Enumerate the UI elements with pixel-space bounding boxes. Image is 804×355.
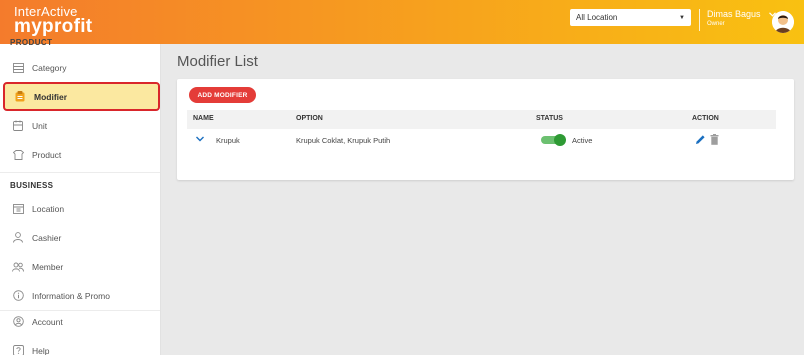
column-header-name: NAME <box>193 115 214 122</box>
location-select[interactable]: All Location ▼ <box>570 9 691 26</box>
sidebar-item-member[interactable]: Member <box>0 252 160 281</box>
cashier-icon <box>12 232 24 244</box>
sidebar-item-location[interactable]: Location <box>0 194 160 223</box>
member-icon <box>12 261 24 273</box>
page-title: Modifier List <box>177 53 258 70</box>
sidebar-item-label: Product <box>32 149 62 160</box>
modifier-icon <box>14 91 26 103</box>
row-name: Krupuk <box>216 136 240 145</box>
sidebar-item-label: Unit <box>32 120 48 131</box>
category-icon <box>12 62 24 74</box>
column-header-status: STATUS <box>536 115 563 122</box>
sidebar-item-label: Account <box>32 316 63 327</box>
sidebar-item-help[interactable]: Help <box>0 336 160 355</box>
product-icon <box>12 149 24 161</box>
logo-line2: myprofit <box>14 16 93 37</box>
add-modifier-button[interactable]: ADD MODIFIER <box>189 87 256 103</box>
column-header-option: OPTION <box>296 115 323 122</box>
unit-icon <box>12 120 24 132</box>
location-select-value: All Location <box>576 13 618 22</box>
sidebar-item-label: Member <box>32 261 64 272</box>
location-icon <box>12 203 24 215</box>
help-icon <box>12 345 24 355</box>
row-option: Krupuk Coklat, Krupuk Putih <box>296 136 391 145</box>
sidebar-item-information-promo[interactable]: Information & Promo <box>0 281 160 310</box>
sidebar-item-cashier[interactable]: Cashier <box>0 223 160 252</box>
sidebar-item-label: Modifier <box>34 91 68 102</box>
app-logo[interactable]: InterActive myprofit <box>14 5 92 36</box>
status-toggle[interactable] <box>541 134 566 146</box>
sidebar-item-product[interactable]: Product <box>0 140 160 169</box>
sidebar-item-label: Help <box>32 345 50 355</box>
top-bar: InterActive myprofit All Location ▼ Dima… <box>0 0 804 44</box>
table-header: NAME OPTION STATUS ACTION <box>187 110 776 129</box>
sidebar-item-category[interactable]: Category <box>0 53 160 82</box>
account-icon <box>12 316 24 328</box>
sidebar-item-label: Cashier <box>32 232 62 243</box>
sidebar-item-label: Location <box>32 203 65 214</box>
table-row: Krupuk Krupuk Coklat, Krupuk Putih Activ… <box>187 131 776 151</box>
caret-down-icon: ▼ <box>679 14 685 21</box>
edit-icon[interactable] <box>695 134 706 145</box>
sidebar-item-unit[interactable]: Unit <box>0 111 160 140</box>
expand-chevron-icon[interactable] <box>195 134 205 144</box>
modifier-table-card: ADD MODIFIER NAME OPTION STATUS ACTION K… <box>177 79 794 180</box>
row-status: Active <box>572 136 593 145</box>
sidebar-section-business: BUSINESS <box>10 181 54 190</box>
user-role: Owner <box>707 21 725 27</box>
sidebar-section-product: PRODUCT <box>10 38 53 47</box>
user-separator <box>699 9 700 31</box>
info-icon <box>12 290 24 302</box>
sidebar: PRODUCT Category Modifier Unit Product B… <box>0 38 161 355</box>
column-header-action: ACTION <box>692 115 719 122</box>
sidebar-item-account[interactable]: Account <box>0 307 160 336</box>
sidebar-item-label: Category <box>32 62 67 73</box>
sidebar-item-label: Information & Promo <box>32 290 110 301</box>
sidebar-divider <box>0 172 160 173</box>
delete-icon[interactable] <box>710 134 719 145</box>
sidebar-item-modifier[interactable]: Modifier <box>3 82 160 111</box>
avatar[interactable] <box>772 11 794 33</box>
user-name: Dimas Bagus <box>707 9 761 19</box>
user-menu[interactable]: Dimas Bagus Owner <box>707 9 776 27</box>
